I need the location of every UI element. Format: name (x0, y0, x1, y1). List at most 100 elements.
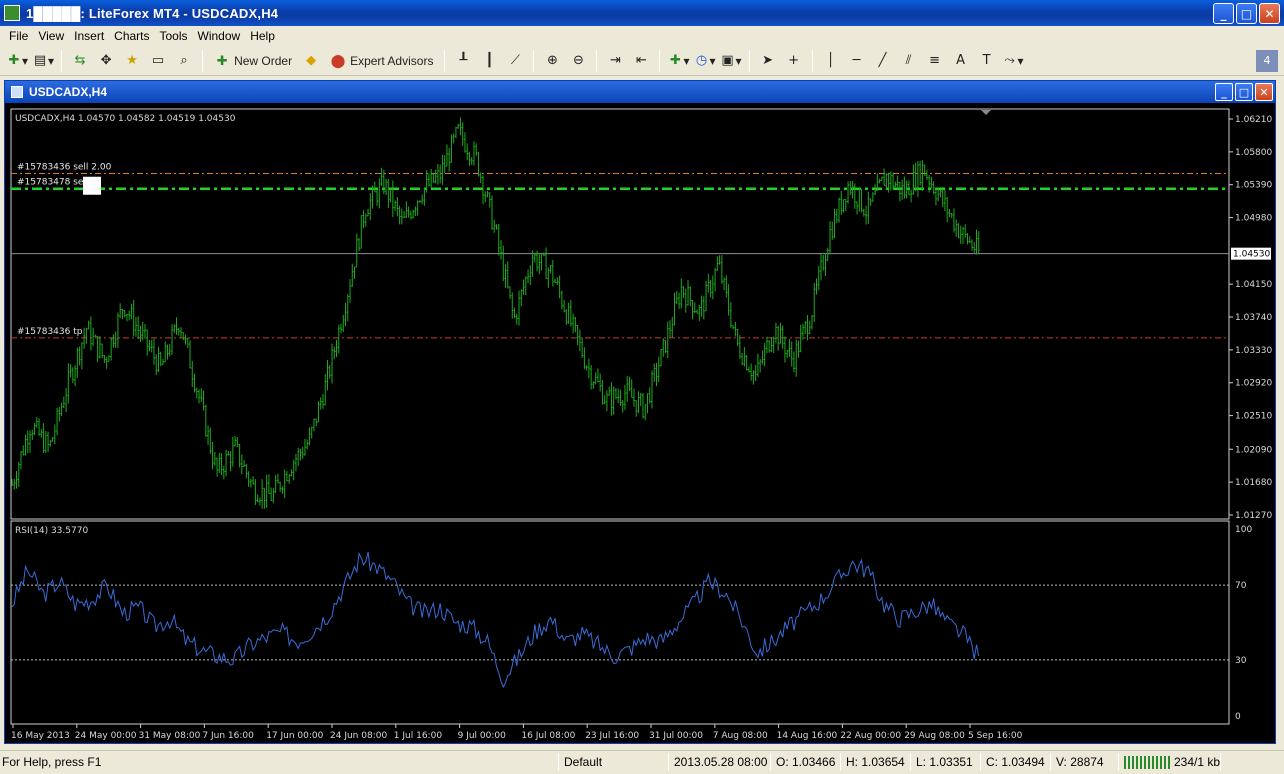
price-tick-label: 1.03740 (1235, 313, 1272, 323)
status-divider (980, 753, 981, 771)
menu-window[interactable]: Window (193, 29, 246, 43)
chart-canvas[interactable]: 1.06210 1.05800 1.05390 1.04980 1.04150 1.037… (5, 103, 1275, 743)
time-tick-label: 16 Jul 08:00 (521, 731, 575, 741)
status-profile[interactable]: Default (564, 755, 602, 769)
menu-tools[interactable]: Tools (155, 29, 193, 43)
toolbar-separator (61, 49, 63, 72)
equidistant-channel-icon[interactable]: ⫽ (898, 50, 920, 72)
templates-button[interactable]: ▣ ▾ (720, 50, 741, 72)
time-tick-label: 16 May 2013 (11, 731, 70, 741)
time-tick-label: 9 Jul 00:00 (458, 731, 507, 741)
chart-window-title-bar[interactable]: USDCADX,H4 _ □ ✕ (5, 81, 1275, 103)
menu-view[interactable]: View (33, 29, 69, 43)
rsi-tick-label: 100 (1235, 525, 1252, 535)
maximize-button[interactable]: □ (1236, 3, 1257, 24)
time-tick-label: 17 Jun 00:00 (266, 731, 323, 741)
price-tick-label: 1.05800 (1235, 148, 1272, 158)
metaeditor-icon[interactable]: ◆ (300, 50, 322, 72)
status-divider (1220, 753, 1221, 771)
rsi-tick-label: 70 (1235, 581, 1247, 591)
chart-window-icon (11, 86, 23, 98)
status-open: O: 1.03466 (776, 755, 836, 769)
menu-help[interactable]: Help (245, 29, 280, 43)
terminal-icon[interactable]: ▭ (147, 50, 169, 72)
toolbar-separator (444, 49, 446, 72)
connection-status-icon[interactable] (1124, 756, 1170, 769)
chart-minimize-button[interactable]: _ (1215, 83, 1233, 101)
status-volume: V: 28874 (1056, 755, 1104, 769)
status-divider (668, 753, 669, 771)
toolbar-badge[interactable]: 4 (1256, 49, 1278, 72)
menu-charts[interactable]: Charts (109, 29, 154, 43)
profiles-button[interactable]: ▤ ▾ (32, 50, 54, 72)
indicators-button[interactable]: ✚ ▾ (667, 50, 689, 72)
price-tick-label: 1.01680 (1235, 478, 1272, 488)
status-bar: For Help, press F1 Default 2013.05.28 08… (0, 750, 1284, 774)
new-order-button[interactable]: ✚ New Order (210, 50, 296, 72)
app-icon (4, 5, 20, 21)
status-divider (1050, 753, 1051, 771)
line-chart-button[interactable]: ⟋ (504, 50, 526, 72)
text-label-icon[interactable]: T (976, 50, 998, 72)
order-marker-icon[interactable] (83, 176, 101, 195)
time-tick-label: 23 Jul 16:00 (585, 731, 639, 741)
rsi-pane-title: RSI(14) 33.5770 (15, 526, 88, 536)
chart-window[interactable]: USDCADX,H4 _ □ ✕ 1.06210 1.05800 1.05390 1.… (4, 80, 1276, 744)
cursor-icon[interactable]: ➤ (757, 50, 779, 72)
arrows-icon[interactable]: ⤳ ▾ (1002, 50, 1023, 72)
time-tick-label: 24 May 00:00 (75, 731, 137, 741)
time-tick-label: 7 Aug 08:00 (713, 731, 768, 741)
time-tick-label: 7 Jun 16:00 (202, 731, 254, 741)
tester-icon[interactable]: ⌕ (173, 50, 195, 72)
crosshair-icon[interactable]: + (783, 50, 805, 72)
favorites-icon[interactable]: ★ (121, 50, 143, 72)
menu-file[interactable]: File (4, 29, 33, 43)
price-tick-label: 1.02510 (1235, 412, 1272, 422)
status-divider (770, 753, 771, 771)
fibonacci-icon[interactable]: ≡ (924, 50, 946, 72)
status-divider (840, 753, 841, 771)
trendline-icon[interactable]: ╱ (872, 50, 894, 72)
candlestick-button[interactable]: ┃ (478, 50, 500, 72)
toolbar: ✚ ▾ ▤ ▾ ⇆ ✥ ★ ▭ ⌕ ✚ New Order ◆ ⬤ Expert Adv… (0, 46, 1284, 76)
minimize-button[interactable]: _ (1213, 3, 1234, 24)
order-label: #15783436 sell 2.00 (17, 163, 112, 173)
time-tick-label: 1 Jul 16:00 (394, 731, 443, 741)
time-tick-label: 14 Aug 16:00 (777, 731, 838, 741)
bar-chart-button[interactable]: ┸ (452, 50, 474, 72)
status-help: For Help, press F1 (2, 755, 102, 769)
status-divider (558, 753, 559, 771)
time-tick-label: 31 May 08:00 (139, 731, 201, 741)
new-chart-button[interactable]: ✚ ▾ (6, 50, 28, 72)
chart-shift-button[interactable]: ⇤ (630, 50, 652, 72)
toolbar-separator (811, 49, 813, 72)
periods-button[interactable]: ◷ ▾ (693, 50, 716, 72)
expert-advisors-label: Expert Advisors (350, 53, 434, 68)
horizontal-line-icon[interactable]: ─ (846, 50, 868, 72)
text-icon[interactable]: A (950, 50, 972, 72)
auto-scroll-button[interactable]: ⇥ (604, 50, 626, 72)
toolbar-separator (533, 49, 535, 72)
zoom-out-icon[interactable]: ⊖ (567, 50, 589, 72)
navigator-icon[interactable]: ✥ (95, 50, 117, 72)
zoom-in-icon[interactable]: ⊕ (541, 50, 563, 72)
expert-advisors-button[interactable]: ⬤ Expert Advisors (326, 50, 437, 72)
price-tick-label: 1.02920 (1235, 379, 1272, 389)
price-pane-title: USDCADX,H4 1.04570 1.04582 1.04519 1.045… (15, 114, 236, 124)
menu-insert[interactable]: Insert (69, 29, 109, 43)
new-order-label: New Order (234, 53, 293, 68)
market-watch-icon[interactable]: ⇆ (69, 50, 91, 72)
chart-close-button[interactable]: ✕ (1255, 83, 1273, 101)
new-order-icon: ✚ (216, 52, 228, 68)
toolbar-separator (596, 49, 598, 72)
window-title-bar[interactable]: 1█████: LiteForex MT4 - USDCADX,H4 _ □ ✕ (0, 0, 1284, 26)
close-button[interactable]: ✕ (1259, 3, 1280, 24)
vertical-line-icon[interactable]: │ (820, 50, 842, 72)
chart-restore-button[interactable]: □ (1235, 83, 1253, 101)
toolbar-separator (202, 49, 204, 72)
time-tick-label: 24 Jun 08:00 (330, 731, 387, 741)
status-low: L: 1.03351 (916, 755, 973, 769)
price-tick-label: 1.05390 (1235, 181, 1272, 191)
status-traffic: 234/1 kb (1174, 755, 1221, 769)
rsi-tick-label: 30 (1235, 656, 1247, 666)
